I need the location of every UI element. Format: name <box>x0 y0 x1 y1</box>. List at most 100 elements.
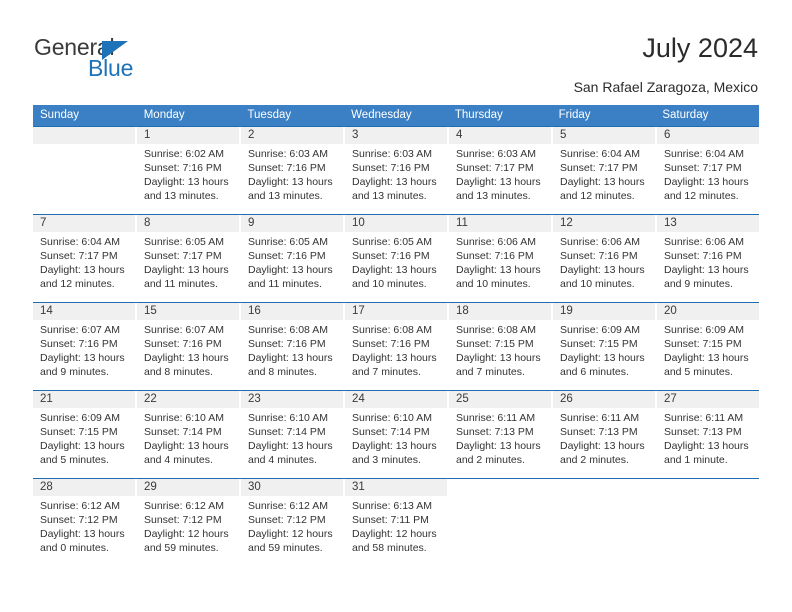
day-cell[interactable]: Sunrise: 6:05 AM Sunset: 7:17 PM Daylight:… <box>137 232 239 302</box>
day-cell[interactable]: Sunrise: 6:09 AM Sunset: 7:15 PM Daylight:… <box>33 408 135 478</box>
day-cell[interactable]: Sunrise: 6:10 AM Sunset: 7:14 PM Daylight:… <box>241 408 343 478</box>
day-cell[interactable]: Sunrise: 6:07 AM Sunset: 7:16 PM Daylight:… <box>137 320 239 390</box>
general-blue-logo: General Blue <box>34 34 234 86</box>
day-number[interactable]: 1 <box>137 127 239 144</box>
day-detail-line: Sunset: 7:14 PM <box>144 426 222 438</box>
day-cell-empty <box>33 144 135 214</box>
day-number[interactable]: 5 <box>553 127 655 144</box>
day-detail-line: Sunset: 7:16 PM <box>248 162 326 174</box>
day-number[interactable]: 10 <box>345 215 447 232</box>
day-detail-line: Daylight: 13 hours <box>560 352 645 364</box>
day-number[interactable]: 16 <box>241 303 343 320</box>
day-detail-line: Daylight: 13 hours <box>144 352 229 364</box>
day-number[interactable]: 9 <box>241 215 343 232</box>
day-cell[interactable]: Sunrise: 6:04 AM Sunset: 7:17 PM Daylight:… <box>33 232 135 302</box>
day-number[interactable]: 7 <box>33 215 135 232</box>
day-detail-line: and 12 minutes. <box>560 190 635 202</box>
day-cell[interactable]: Sunrise: 6:07 AM Sunset: 7:16 PM Daylight:… <box>33 320 135 390</box>
day-cell[interactable]: Sunrise: 6:06 AM Sunset: 7:16 PM Daylight:… <box>553 232 655 302</box>
day-cell[interactable]: Sunrise: 6:08 AM Sunset: 7:16 PM Daylight:… <box>345 320 447 390</box>
day-number[interactable]: 15 <box>137 303 239 320</box>
day-number[interactable]: 4 <box>449 127 551 144</box>
day-detail-line: Sunrise: 6:13 AM <box>352 500 432 512</box>
day-cell[interactable]: Sunrise: 6:03 AM Sunset: 7:16 PM Daylight:… <box>345 144 447 214</box>
day-detail-line: Sunrise: 6:10 AM <box>248 412 328 424</box>
day-detail-line: and 13 minutes. <box>248 190 323 202</box>
day-number[interactable]: 17 <box>345 303 447 320</box>
day-detail-line: Sunset: 7:15 PM <box>40 426 118 438</box>
day-number[interactable]: 2 <box>241 127 343 144</box>
day-number-band: 123456 <box>33 127 759 144</box>
day-cell[interactable]: Sunrise: 6:04 AM Sunset: 7:17 PM Daylight:… <box>553 144 655 214</box>
day-number[interactable]: 22 <box>137 391 239 408</box>
day-detail-line: Daylight: 13 hours <box>456 176 541 188</box>
day-cell[interactable]: Sunrise: 6:13 AM Sunset: 7:11 PM Daylight:… <box>345 496 447 566</box>
day-cell[interactable]: Sunrise: 6:10 AM Sunset: 7:14 PM Daylight:… <box>345 408 447 478</box>
day-number[interactable]: 24 <box>345 391 447 408</box>
day-number[interactable]: 31 <box>345 479 447 496</box>
day-detail-line: and 7 minutes. <box>456 366 525 378</box>
day-cell[interactable]: Sunrise: 6:12 AM Sunset: 7:12 PM Daylight:… <box>33 496 135 566</box>
day-number[interactable]: 11 <box>449 215 551 232</box>
day-number[interactable]: 26 <box>553 391 655 408</box>
day-content-row: Sunrise: 6:09 AM Sunset: 7:15 PM Daylight:… <box>33 408 759 478</box>
day-cell[interactable]: Sunrise: 6:11 AM Sunset: 7:13 PM Daylight:… <box>657 408 759 478</box>
day-detail-line: Sunrise: 6:11 AM <box>664 412 744 424</box>
day-number[interactable]: 13 <box>657 215 759 232</box>
day-detail-line: and 4 minutes. <box>144 454 213 466</box>
day-number[interactable]: 25 <box>449 391 551 408</box>
day-number[interactable]: 28 <box>33 479 135 496</box>
day-cell[interactable]: Sunrise: 6:09 AM Sunset: 7:15 PM Daylight:… <box>657 320 759 390</box>
weekday-header-saturday: Saturday <box>662 109 709 121</box>
day-number[interactable]: 19 <box>553 303 655 320</box>
day-detail-line: and 12 minutes. <box>664 190 739 202</box>
logo-text-blue: Blue <box>88 55 134 81</box>
day-detail-line: and 8 minutes. <box>248 366 317 378</box>
day-detail-line: Sunset: 7:13 PM <box>664 426 742 438</box>
day-number[interactable]: 12 <box>553 215 655 232</box>
day-content-row: Sunrise: 6:07 AM Sunset: 7:16 PM Daylight:… <box>33 320 759 390</box>
day-cell[interactable]: Sunrise: 6:10 AM Sunset: 7:14 PM Daylight:… <box>137 408 239 478</box>
day-cell[interactable]: Sunrise: 6:06 AM Sunset: 7:16 PM Daylight:… <box>657 232 759 302</box>
day-detail-line: and 10 minutes. <box>560 278 635 290</box>
day-cell[interactable]: Sunrise: 6:06 AM Sunset: 7:16 PM Daylight:… <box>449 232 551 302</box>
day-number[interactable]: 27 <box>657 391 759 408</box>
day-cell[interactable]: Sunrise: 6:02 AM Sunset: 7:16 PM Daylight:… <box>137 144 239 214</box>
day-cell[interactable]: Sunrise: 6:11 AM Sunset: 7:13 PM Daylight:… <box>553 408 655 478</box>
day-cell[interactable]: Sunrise: 6:03 AM Sunset: 7:16 PM Daylight:… <box>241 144 343 214</box>
day-number[interactable]: 3 <box>345 127 447 144</box>
day-detail-line: Sunset: 7:12 PM <box>40 514 118 526</box>
day-detail-line: Sunset: 7:14 PM <box>248 426 326 438</box>
day-cell[interactable]: Sunrise: 6:05 AM Sunset: 7:16 PM Daylight:… <box>241 232 343 302</box>
weekday-header-sunday: Sunday <box>40 109 80 121</box>
day-number[interactable]: 6 <box>657 127 759 144</box>
day-detail-line: and 9 minutes. <box>40 366 109 378</box>
day-cell[interactable]: Sunrise: 6:03 AM Sunset: 7:17 PM Daylight:… <box>449 144 551 214</box>
day-cell[interactable]: Sunrise: 6:04 AM Sunset: 7:17 PM Daylight:… <box>657 144 759 214</box>
day-detail-line: Sunset: 7:11 PM <box>352 514 429 526</box>
day-cell[interactable]: Sunrise: 6:08 AM Sunset: 7:16 PM Daylight:… <box>241 320 343 390</box>
day-number[interactable]: 21 <box>33 391 135 408</box>
day-number[interactable]: 23 <box>241 391 343 408</box>
day-number[interactable]: 29 <box>137 479 239 496</box>
day-detail-line: Sunset: 7:12 PM <box>248 514 326 526</box>
day-detail-line: Sunrise: 6:02 AM <box>144 148 224 160</box>
day-detail-line: and 11 minutes. <box>144 278 218 290</box>
day-number[interactable]: 8 <box>137 215 239 232</box>
day-cell[interactable]: Sunrise: 6:11 AM Sunset: 7:13 PM Daylight:… <box>449 408 551 478</box>
day-detail-line: and 58 minutes. <box>352 542 427 554</box>
day-detail-line: Daylight: 13 hours <box>352 176 437 188</box>
day-number[interactable]: 20 <box>657 303 759 320</box>
day-number[interactable]: 18 <box>449 303 551 320</box>
day-cell[interactable]: Sunrise: 6:09 AM Sunset: 7:15 PM Daylight:… <box>553 320 655 390</box>
day-cell-empty <box>553 496 655 566</box>
day-detail-line: Sunrise: 6:05 AM <box>352 236 432 248</box>
day-detail-line: Sunset: 7:16 PM <box>352 250 430 262</box>
day-cell[interactable]: Sunrise: 6:12 AM Sunset: 7:12 PM Daylight:… <box>137 496 239 566</box>
day-detail-line: Sunset: 7:17 PM <box>144 250 222 262</box>
day-cell[interactable]: Sunrise: 6:08 AM Sunset: 7:15 PM Daylight:… <box>449 320 551 390</box>
day-number[interactable]: 14 <box>33 303 135 320</box>
day-number[interactable]: 30 <box>241 479 343 496</box>
day-cell[interactable]: Sunrise: 6:05 AM Sunset: 7:16 PM Daylight:… <box>345 232 447 302</box>
day-cell[interactable]: Sunrise: 6:12 AM Sunset: 7:12 PM Daylight:… <box>241 496 343 566</box>
